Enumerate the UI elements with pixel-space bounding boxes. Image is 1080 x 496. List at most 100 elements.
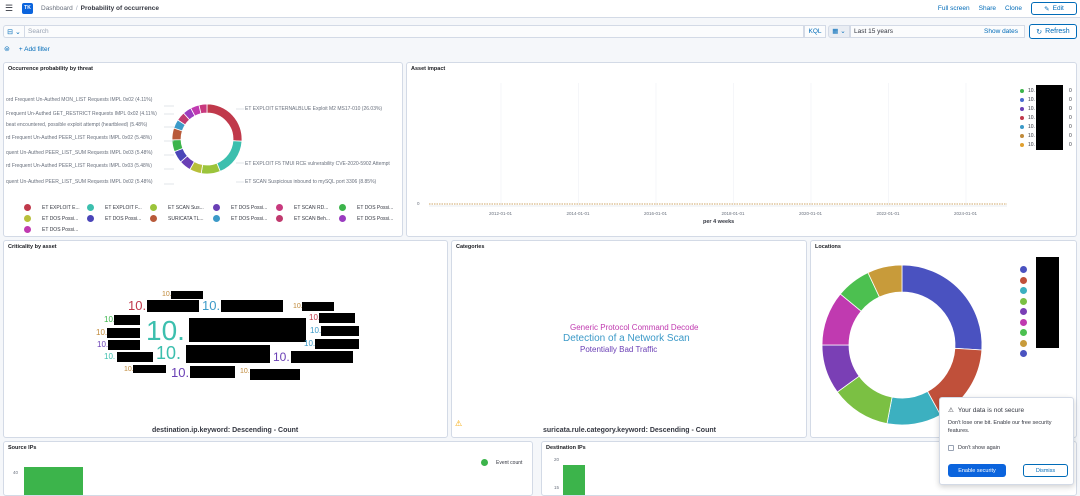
legend-color-dot bbox=[339, 204, 346, 211]
legend-label: SURICATA TL... bbox=[168, 215, 204, 222]
redacted-word bbox=[319, 313, 355, 323]
redacted-word bbox=[108, 340, 140, 350]
calendar-icon[interactable]: ▦ ⌄ bbox=[828, 25, 850, 38]
x-axis-tick: 2018-01-01 bbox=[721, 211, 745, 216]
visualization-caption: suricata.rule.category.keyword: Descendi… bbox=[543, 427, 716, 434]
toast-body: Don't lose one bit. Enable our free secu… bbox=[948, 420, 1052, 434]
legend-item[interactable]: ET DOS Possi... bbox=[213, 215, 267, 222]
legend-item[interactable]: ET SCAN RD... bbox=[276, 204, 328, 211]
cloud-word: 10. bbox=[96, 328, 108, 337]
legend-label: 10. bbox=[1028, 133, 1035, 139]
share-link[interactable]: Share bbox=[979, 5, 996, 12]
legend-label: ET DOS Possi... bbox=[231, 215, 268, 222]
visualization-caption: destination.ip.keyword: Descending - Cou… bbox=[152, 427, 299, 434]
space-avatar[interactable]: TK bbox=[22, 3, 33, 14]
full-screen-link[interactable]: Full screen bbox=[938, 5, 970, 12]
legend-item[interactable]: ET DOS Possi... bbox=[213, 204, 267, 211]
legend-item[interactable]: ET SCAN Beh... bbox=[276, 215, 330, 222]
legend-item[interactable]: ET EXPLOIT E... bbox=[24, 204, 80, 211]
legend-item[interactable]: 10. 0 bbox=[1020, 88, 1072, 94]
donut-slice[interactable] bbox=[206, 103, 243, 142]
legend-color-dot[interactable] bbox=[1020, 266, 1027, 273]
legend-item[interactable]: ET DOS Possi... bbox=[24, 215, 78, 222]
breadcrumb-dashboard[interactable]: Dashboard bbox=[41, 5, 73, 12]
legend-color-dot bbox=[213, 204, 220, 211]
legend-item[interactable]: ET DOS Possi... bbox=[339, 215, 393, 222]
legend-item[interactable]: 10. 0 bbox=[1020, 124, 1072, 130]
x-axis-tick: 2016-01-01 bbox=[644, 211, 668, 216]
redacted-word bbox=[315, 339, 359, 349]
legend-color-dot bbox=[1020, 125, 1024, 129]
query-bar: ⊟ ⌄ Search KQL ▦ ⌄ Last 15 years Show da… bbox=[0, 22, 1080, 42]
y-axis-tick: 40 bbox=[13, 470, 19, 475]
legend-item[interactable]: ET DOS Possi... bbox=[339, 204, 393, 211]
legend-color-dot[interactable] bbox=[1020, 297, 1027, 305]
legend-label: ET DOS Possi... bbox=[105, 215, 142, 222]
legend-item[interactable]: ET DOS Possi... bbox=[24, 226, 78, 233]
legend-color-dot[interactable] bbox=[1020, 329, 1027, 336]
legend-color-dot bbox=[24, 226, 31, 233]
redacted-word bbox=[171, 291, 203, 299]
refresh-label: Refresh bbox=[1045, 28, 1070, 35]
donut-label: quent Un-Authed PEER_LIST_SUM Requests I… bbox=[6, 150, 153, 156]
dismiss-button[interactable]: Dismiss bbox=[1023, 464, 1068, 477]
refresh-button[interactable]: ↻ Refresh bbox=[1029, 24, 1077, 39]
edit-button[interactable]: ✎ Edit bbox=[1031, 2, 1077, 15]
saved-query-button[interactable]: ⊟ ⌄ bbox=[3, 25, 24, 38]
redacted-word bbox=[117, 352, 153, 362]
warning-icon: ⚠ bbox=[948, 407, 954, 414]
panel-asset-impact: Asset impact 0 2012-01-01 2014-01-01 2016-… bbox=[406, 62, 1077, 237]
legend-label: Event count bbox=[496, 459, 523, 466]
y-axis-tick: 0 bbox=[417, 201, 420, 206]
legend-label: ET EXPLOIT E... bbox=[42, 204, 80, 211]
redacted-word bbox=[190, 366, 235, 378]
legend-label: 10. bbox=[1028, 97, 1035, 103]
legend-item[interactable]: SURICATA TL... bbox=[150, 215, 204, 222]
add-filter-link[interactable]: + Add filter bbox=[19, 46, 50, 53]
legend-color-dot[interactable] bbox=[1020, 318, 1027, 326]
bar bbox=[563, 465, 585, 495]
query-language-toggle[interactable]: KQL bbox=[804, 25, 826, 38]
legend-item[interactable]: ET EXPLOIT F... bbox=[87, 204, 142, 211]
legend-color-dot[interactable] bbox=[1020, 350, 1027, 357]
panel-source-ips: Source IPs 40 Event count bbox=[3, 441, 533, 496]
legend-item[interactable]: ET DOS Possi... bbox=[87, 215, 141, 222]
donut-slice[interactable] bbox=[216, 140, 243, 172]
filter-bar: ⊜ + Add filter bbox=[0, 43, 50, 55]
legend-color-dot[interactable] bbox=[1020, 308, 1027, 315]
legend-label: ET SCAN Sus... bbox=[168, 204, 204, 211]
legend-value: 0 bbox=[1069, 142, 1072, 148]
donut-slice[interactable] bbox=[200, 162, 221, 175]
checkbox-label: Don't show again bbox=[958, 445, 1001, 451]
donut-label: ET SCAN Suspicious inbound to mySQL port… bbox=[245, 179, 377, 185]
legend-item[interactable]: 10. 0 bbox=[1020, 115, 1072, 121]
legend-item[interactable]: Event count bbox=[481, 459, 522, 466]
breadcrumb-current: Probability of occurrence bbox=[80, 5, 160, 12]
warning-icon[interactable]: ⚠ bbox=[455, 419, 462, 428]
cloud-word: 10. bbox=[304, 339, 316, 348]
legend-item[interactable]: 10. 0 bbox=[1020, 133, 1072, 139]
legend-color-dot[interactable] bbox=[1020, 287, 1027, 294]
filter-options-icon[interactable]: ⊜ bbox=[4, 45, 10, 53]
legend-color-dot[interactable] bbox=[1020, 276, 1027, 284]
checkbox-box[interactable] bbox=[948, 445, 954, 451]
donut-slice[interactable] bbox=[901, 264, 983, 351]
dont-show-again-checkbox[interactable]: Don't show again bbox=[948, 445, 1000, 451]
legend-value: 0 bbox=[1069, 115, 1072, 121]
y-axis-tick: 20 bbox=[554, 457, 560, 462]
show-dates-link[interactable]: Show dates bbox=[984, 25, 1018, 38]
redacted-legend-block bbox=[1036, 85, 1063, 150]
legend-item[interactable]: ET SCAN Sus... bbox=[150, 204, 204, 211]
legend-item[interactable]: 10. 0 bbox=[1020, 97, 1072, 103]
legend-label: ET DOS Possi... bbox=[231, 204, 268, 211]
search-input[interactable]: Search bbox=[24, 25, 804, 38]
enable-security-button[interactable]: Enable security bbox=[948, 464, 1006, 477]
menu-icon[interactable]: ☰ bbox=[0, 3, 18, 14]
panel-title: Categories bbox=[456, 244, 485, 250]
legend-color-dot[interactable] bbox=[1020, 339, 1027, 347]
legend-item[interactable]: 10. 0 bbox=[1020, 142, 1072, 148]
category-word: Potentially Bad Traffic bbox=[580, 345, 658, 354]
clone-link[interactable]: Clone bbox=[1005, 5, 1022, 12]
legend-item[interactable]: 10. 0 bbox=[1020, 106, 1072, 112]
x-axis-tick: 2022-01-01 bbox=[876, 211, 900, 216]
